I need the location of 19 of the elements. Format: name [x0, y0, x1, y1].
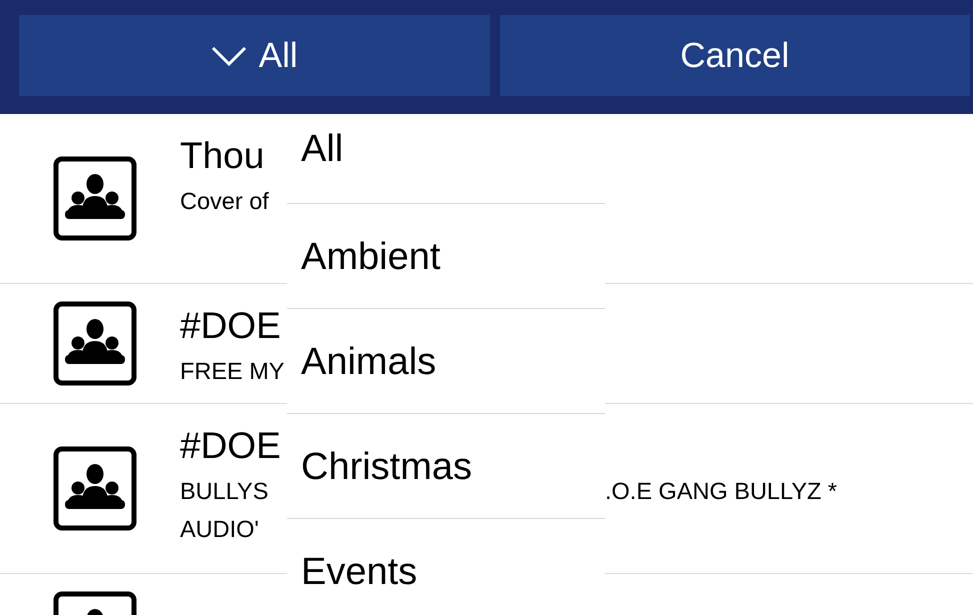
menu-item[interactable]: All: [287, 114, 605, 204]
track-subtitle: AUDIO': [180, 515, 259, 544]
menu-item[interactable]: Events: [287, 519, 605, 595]
menu-item[interactable]: Christmas: [287, 414, 605, 519]
track-subtitle: Cover of: [180, 187, 269, 216]
menu-item[interactable]: Animals: [287, 309, 605, 414]
track-title: Thou: [180, 134, 264, 178]
chevron-down-icon: [210, 46, 247, 67]
menu-item[interactable]: Ambient: [287, 204, 605, 309]
filter-button[interactable]: All: [19, 15, 490, 96]
track-title: #DOE: [180, 424, 281, 468]
track-subtitle: FREE MY: [180, 357, 284, 386]
cancel-button[interactable]: Cancel: [500, 15, 970, 96]
people-icon: [53, 301, 137, 386]
track-title: #DOE: [180, 304, 281, 348]
track-subtitle: .O.E GANG BULLYZ *: [605, 477, 838, 506]
people-icon: [53, 156, 137, 241]
track-subtitle: BULLYS: [180, 477, 268, 506]
people-icon: [53, 446, 137, 531]
